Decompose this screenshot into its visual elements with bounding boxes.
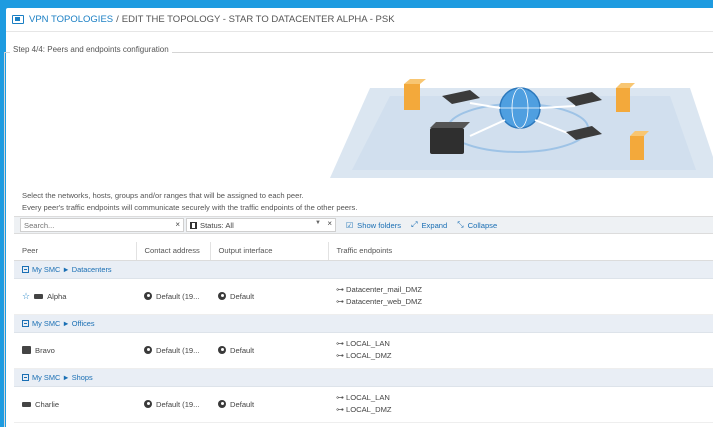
topology-illustration xyxy=(330,79,713,178)
collapse-icon: ⤡ xyxy=(457,220,464,229)
status-icon xyxy=(190,221,197,229)
traffic-endpoint[interactable]: LOCAL_DMZ xyxy=(346,404,392,416)
breadcrumb-vpn-topologies[interactable]: VPN TOPOLOGIES xyxy=(29,14,113,25)
table-row[interactable]: Charlie Default (19... Default ⊶ LOCAL_LA… xyxy=(14,386,713,423)
breadcrumb-separator: / xyxy=(116,14,119,25)
traffic-endpoint[interactable]: LOCAL_LAN xyxy=(346,392,390,404)
gear-icon xyxy=(218,345,226,354)
show-folders-label: Show folders xyxy=(357,220,402,230)
collapse-button[interactable]: ⤡ Collapse xyxy=(457,220,497,230)
status-filter-label: Status: All xyxy=(200,220,234,230)
server-left xyxy=(404,84,420,110)
column-header-traffic-endpoints[interactable]: Traffic endpoints xyxy=(328,242,713,261)
firewall-appliance xyxy=(430,128,464,154)
expand-button[interactable]: ⤢ Expand xyxy=(411,220,447,230)
contact-address[interactable]: Default (19... xyxy=(156,346,199,355)
description-line-1: Select the networks, hosts, groups and/o… xyxy=(22,191,304,200)
network-icon: ⊶ xyxy=(336,285,344,294)
gear-icon xyxy=(218,399,226,408)
status-filter-select[interactable]: Status: All ▼ × xyxy=(186,218,336,232)
column-header-output-interface[interactable]: Output interface xyxy=(210,242,329,261)
firewall-device-icon xyxy=(22,401,31,407)
table-row[interactable]: Bravo Default (19... Default ⊶ LOCAL_LAN … xyxy=(14,332,713,369)
peer-name: Alpha xyxy=(47,291,67,301)
status-clear-icon[interactable]: × xyxy=(327,219,332,228)
group-row-offices[interactable]: My SMC ► Offices xyxy=(14,314,713,333)
output-interface[interactable]: Default xyxy=(230,292,254,301)
output-interface[interactable]: Default xyxy=(230,400,254,409)
firewall-device-icon xyxy=(34,293,44,299)
chevron-down-icon[interactable]: ▼ xyxy=(315,220,321,226)
group-label: My SMC ► Shops xyxy=(32,372,93,382)
traffic-endpoint[interactable]: Datacenter_web_DMZ xyxy=(346,296,422,308)
network-icon: ⊶ xyxy=(336,297,344,306)
expand-icon: ⤢ xyxy=(411,220,418,229)
server-right-bottom xyxy=(630,136,644,160)
peer-name: Charlie xyxy=(35,399,60,409)
server-right-top-cap xyxy=(616,83,635,88)
group-row-datacenters[interactable]: My SMC ► Datacenters xyxy=(14,260,713,279)
expand-label: Expand xyxy=(421,220,448,230)
column-header-peer[interactable]: Peer xyxy=(14,242,137,261)
description-line-2: Every peer's traffic endpoints will comm… xyxy=(22,203,358,212)
vpn-icon xyxy=(12,15,24,24)
traffic-endpoint[interactable]: Datacenter_mail_DMZ xyxy=(346,284,422,296)
collapse-group-icon[interactable] xyxy=(22,373,29,381)
traffic-endpoint[interactable]: LOCAL_DMZ xyxy=(346,350,392,362)
collapse-label: Collapse xyxy=(467,220,498,230)
page-title: EDIT THE TOPOLOGY - STAR TO DATACENTER A… xyxy=(121,14,395,25)
gear-icon xyxy=(144,291,152,300)
firewall-device-icon xyxy=(22,346,31,354)
star-icon: ☆ xyxy=(22,290,31,301)
peers-table: Peer Contact address Output interface Tr… xyxy=(14,242,713,423)
network-icon: ⊶ xyxy=(336,393,344,402)
show-folders-button[interactable]: ☑ Show folders xyxy=(346,221,401,230)
search-input[interactable] xyxy=(21,219,171,231)
column-header-contact-address[interactable]: Contact address xyxy=(136,242,211,261)
server-right-top xyxy=(616,88,630,112)
firewall-appliance-top xyxy=(430,122,470,128)
group-row-shops[interactable]: My SMC ► Shops xyxy=(14,368,713,387)
collapse-group-icon[interactable] xyxy=(22,319,29,327)
gear-icon xyxy=(218,291,226,300)
gear-icon xyxy=(144,399,152,408)
description: Select the networks, hosts, groups and/o… xyxy=(22,190,357,214)
gear-icon xyxy=(144,345,152,354)
network-icon: ⊶ xyxy=(336,351,344,360)
checkbox-edit-icon: ☑ xyxy=(346,220,354,230)
breadcrumb: VPN TOPOLOGIES / EDIT THE TOPOLOGY - STA… xyxy=(6,8,713,32)
search-clear-icon[interactable]: × xyxy=(175,220,180,229)
search-box: × xyxy=(20,218,184,232)
contact-address[interactable]: Default (19... xyxy=(156,400,199,409)
contact-address[interactable]: Default (19... xyxy=(156,292,199,301)
group-label: My SMC ► Offices xyxy=(32,318,95,328)
collapse-group-icon[interactable] xyxy=(22,265,29,273)
table-row[interactable]: ☆ Alpha Default (19... Default ⊶ Datacent… xyxy=(14,278,713,315)
network-icon: ⊶ xyxy=(336,405,344,414)
server-left-top xyxy=(404,79,426,84)
network-icon: ⊶ xyxy=(336,339,344,348)
table-header-row: Peer Contact address Output interface Tr… xyxy=(14,242,713,261)
grid-toolbar: × Status: All ▼ × ☑ Show folders ⤢ Expan… xyxy=(14,216,713,234)
peer-name: Bravo xyxy=(35,345,55,355)
traffic-endpoint[interactable]: LOCAL_LAN xyxy=(346,338,390,350)
output-interface[interactable]: Default xyxy=(230,346,254,355)
group-label: My SMC ► Datacenters xyxy=(32,264,112,274)
step-legend: Step 4/4: Peers and endpoints configurat… xyxy=(10,45,172,54)
